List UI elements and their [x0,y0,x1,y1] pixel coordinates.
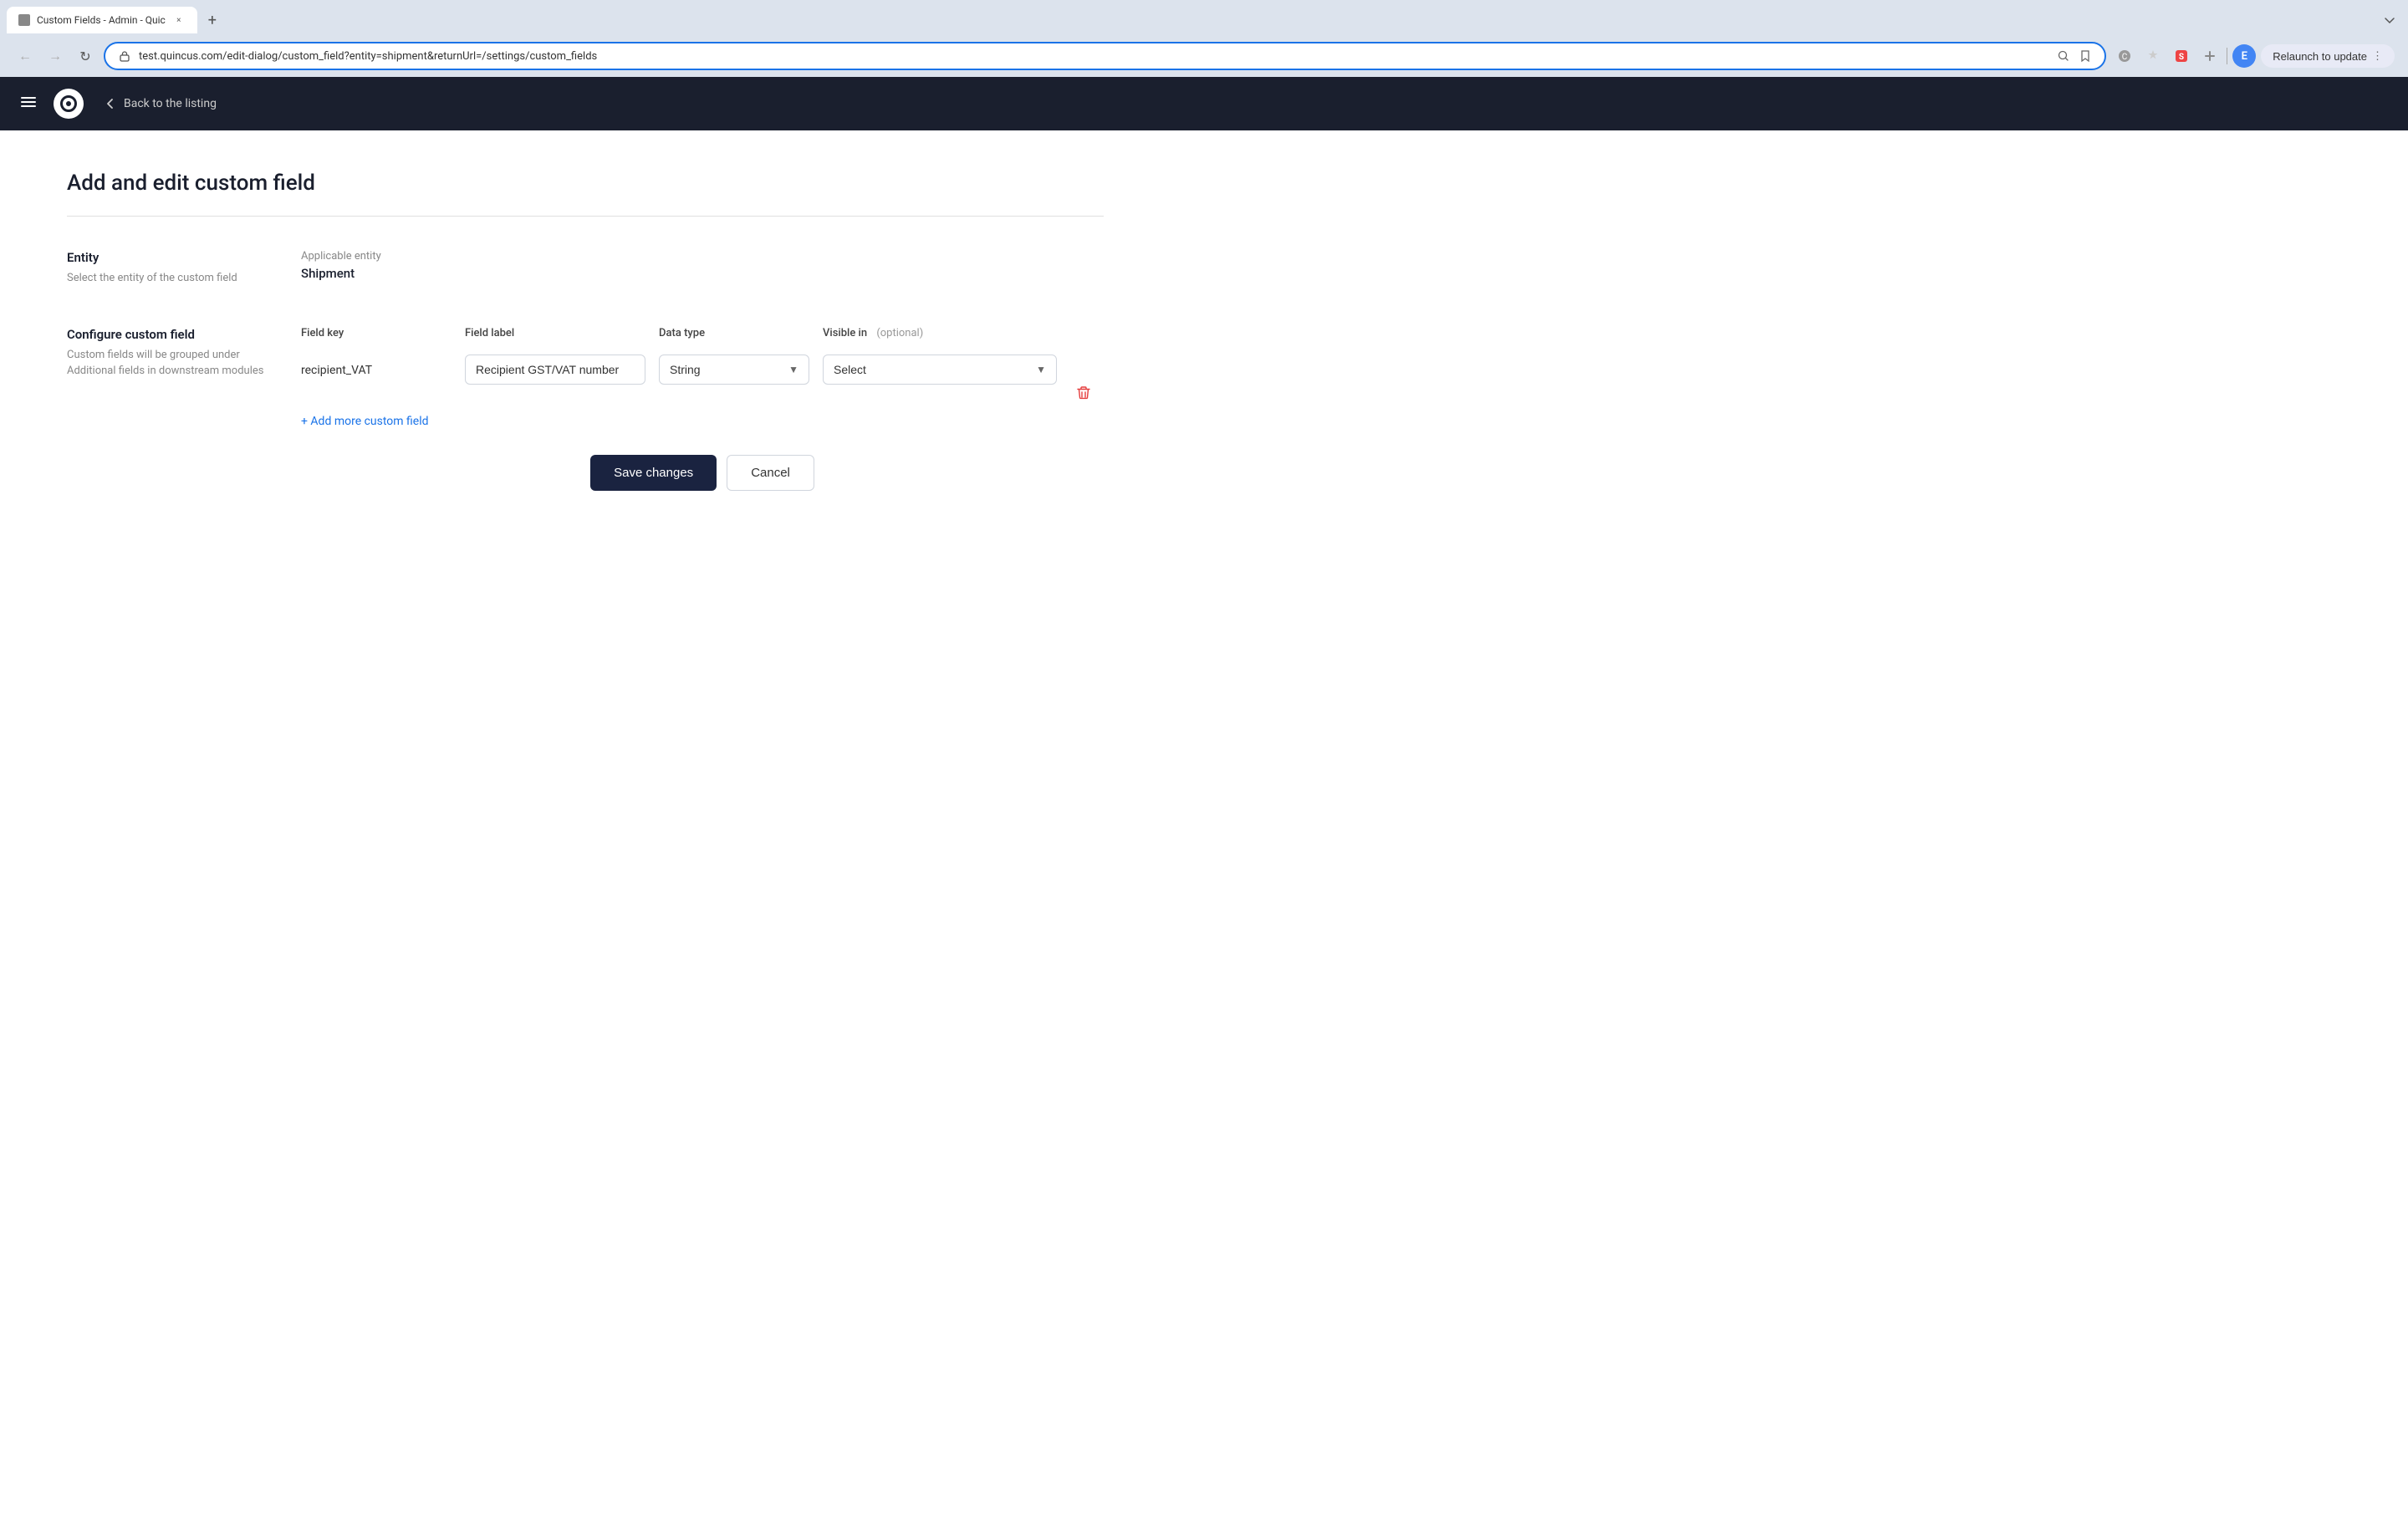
logo-dot [66,101,71,106]
field-label-header: Field label [465,327,645,339]
visible-in-col: Visible in (optional) [823,327,1057,348]
back-nav-button[interactable]: ← [13,44,37,68]
field-key-cell: recipient_VAT [301,355,452,388]
ext-icon-4[interactable] [2198,44,2222,68]
cancel-label: Cancel [751,466,790,480]
relaunch-button[interactable]: Relaunch to update ⋮ [2261,44,2395,68]
configure-section-title: Configure custom field [67,327,268,342]
search-icon[interactable] [2056,48,2071,64]
bookmark-icon[interactable] [2078,48,2093,64]
entity-section-title: Entity [67,250,268,265]
field-label-cell [465,355,645,385]
ext-icon-3[interactable]: S [2170,44,2193,68]
tab-expand-button[interactable] [2378,8,2401,32]
page-content: Add and edit custom field Entity Select … [0,130,1171,571]
configure-section-desc: Custom fields will be grouped under Addi… [67,347,268,380]
row-actions-cell [1070,355,1104,408]
add-more-label: + Add more custom field [301,415,429,428]
top-nav: Back to the listing [0,77,2408,130]
tab-title: Custom Fields - Admin - Quic [37,14,166,26]
svg-text:C: C [2122,53,2128,62]
save-label: Save changes [614,466,693,480]
browser-chrome: Custom Fields - Admin - Quic × + ← → ↻ t… [0,0,2408,77]
visible-in-select[interactable]: Select ▼ [823,355,1057,385]
forward-nav-button[interactable]: → [43,44,67,68]
data-type-header: Data type [659,327,809,339]
entity-section-left: Entity Select the entity of the custom f… [67,250,268,287]
configure-section: Configure custom field Custom fields wil… [67,327,1104,491]
field-label-col: Field label [465,327,645,348]
configure-section-right: Field key Field label Data type Visible … [301,327,1104,491]
back-link-label: Back to the listing [124,97,217,110]
field-key-header: Field key [301,327,452,339]
kebab-icon: ⋮ [2372,49,2383,63]
svg-text:S: S [2179,53,2184,62]
back-link[interactable]: Back to the listing [104,97,217,110]
entity-section: Entity Select the entity of the custom f… [67,250,1104,287]
back-arrow-icon [104,97,117,110]
visible-in-value: Select [834,363,866,376]
reload-button[interactable]: ↻ [74,44,97,68]
data-type-value: String [670,363,701,376]
configure-section-left: Configure custom field Custom fields wil… [67,327,268,491]
tab-bar: Custom Fields - Admin - Quic × + [7,7,2401,33]
hamburger-menu[interactable] [17,90,40,118]
data-type-select-wrapper: String ▼ [659,355,809,385]
ext-icon-1[interactable]: C [2113,44,2136,68]
visible-in-select-wrapper: Select ▼ [823,355,1057,385]
page-divider [67,216,1104,217]
active-tab[interactable]: Custom Fields - Admin - Quic × [7,7,197,33]
logo-ring [60,95,77,112]
entity-section-desc: Select the entity of the custom field [67,270,268,287]
field-key-col: Field key [301,327,452,348]
add-more-custom-field-link[interactable]: + Add more custom field [301,415,429,428]
ext-icon-2[interactable] [2141,44,2165,68]
field-column-headers: Field key Field label Data type Visible … [301,327,1104,348]
field-row: recipient_VAT String ▼ [301,355,1104,408]
tab-close-button[interactable]: × [172,13,186,27]
applicable-entity-label: Applicable entity [301,250,1104,263]
visible-in-header: Visible in (optional) [823,327,1057,339]
address-bar-row: ← → ↻ test.quincus.com/edit-dialog/custo… [7,38,2401,77]
trash-icon [1076,385,1091,400]
address-bar[interactable]: test.quincus.com/edit-dialog/custom_fiel… [104,42,2106,70]
url-text: test.quincus.com/edit-dialog/custom_fiel… [139,50,2049,63]
delete-row-button[interactable] [1070,378,1097,408]
form-actions: Save changes Cancel [301,455,1104,491]
field-label-input[interactable] [465,355,645,385]
lock-icon [117,48,132,64]
optional-label: (optional) [876,327,923,339]
address-bar-icons [2056,48,2093,64]
relaunch-label: Relaunch to update [2273,50,2367,63]
field-key-value: recipient_VAT [301,355,452,388]
data-type-cell: String ▼ [659,355,809,385]
app-wrapper: Back to the listing Add and edit custom … [0,77,2408,1515]
visible-in-chevron: ▼ [1036,364,1046,375]
extension-icons: C S E Relaunch to update ⋮ [2113,44,2395,68]
visible-in-cell: Select ▼ [823,355,1057,385]
data-type-select[interactable]: String ▼ [659,355,809,385]
tab-favicon [18,14,30,26]
app-logo [54,89,84,119]
page-title: Add and edit custom field [67,171,1104,196]
data-type-col: Data type [659,327,809,348]
entity-value: Shipment [301,266,1104,281]
data-type-chevron: ▼ [788,364,798,375]
cancel-button[interactable]: Cancel [727,455,814,491]
save-changes-button[interactable]: Save changes [590,455,717,491]
user-avatar[interactable]: E [2232,44,2256,68]
entity-section-right: Applicable entity Shipment [301,250,1104,287]
new-tab-button[interactable]: + [201,8,224,32]
